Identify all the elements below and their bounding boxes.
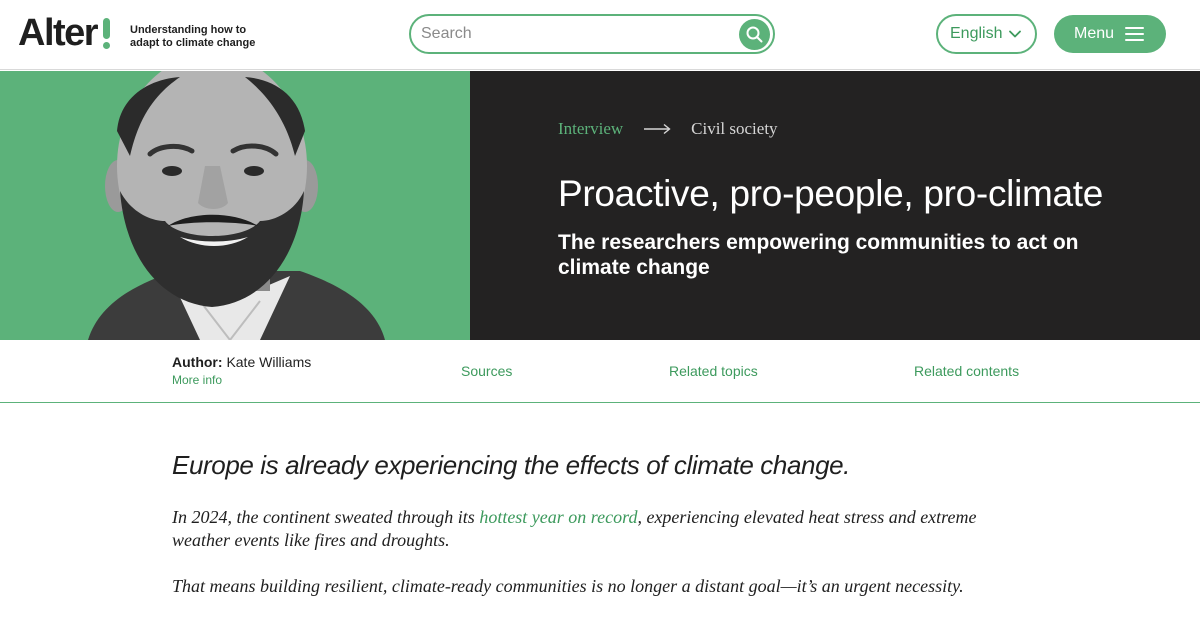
portrait-illustration xyxy=(0,71,470,340)
chevron-down-icon xyxy=(1009,30,1021,38)
search-icon xyxy=(746,26,763,43)
arrow-right-icon xyxy=(644,123,671,135)
page-subtitle: The researchers empowering communities t… xyxy=(558,231,1079,279)
article-paragraph-1: In 2024, the continent sweated through i… xyxy=(172,506,1032,552)
search-input[interactable] xyxy=(421,22,721,46)
more-info-link[interactable]: More info xyxy=(172,373,222,387)
article-info-bar: Author: Kate Williams More info Sources … xyxy=(0,340,1200,403)
site-logo[interactable]: Alter xyxy=(18,12,111,54)
author-name: Kate Williams xyxy=(226,354,312,370)
site-header: Alter Understanding how to adapt to clim… xyxy=(0,0,1200,70)
language-selector[interactable]: English xyxy=(936,14,1037,54)
hero-panel: Interview Civil society Proactive, pro-p… xyxy=(470,71,1200,340)
language-label: English xyxy=(950,25,1003,42)
breadcrumb: Interview Civil society xyxy=(558,119,778,139)
search-button[interactable] xyxy=(739,19,770,50)
article-lead: Europe is already experiencing the effec… xyxy=(172,450,851,480)
paragraph-text: In 2024, the continent sweated through i… xyxy=(172,507,480,527)
article-paragraph-2: That means building resilient, climate-r… xyxy=(172,576,964,596)
menu-label: Menu xyxy=(1074,25,1115,42)
menu-button[interactable]: Menu xyxy=(1054,15,1166,53)
logo-wordmark: Alter xyxy=(18,12,99,54)
breadcrumb-civil-society[interactable]: Civil society xyxy=(691,119,777,139)
author-label: Author: xyxy=(172,354,223,370)
site-tagline: Understanding how to adapt to climate ch… xyxy=(130,24,256,49)
sources-link[interactable]: Sources xyxy=(461,363,512,379)
author-portrait xyxy=(0,71,470,340)
related-contents-link[interactable]: Related contents xyxy=(914,363,1019,379)
search-bar xyxy=(409,14,775,54)
page-title: Proactive, pro-people, pro-climate xyxy=(558,173,1104,214)
hamburger-icon xyxy=(1125,27,1144,41)
related-topics-link[interactable]: Related topics xyxy=(669,363,758,379)
hottest-year-link[interactable]: hottest year on record xyxy=(479,507,637,527)
breadcrumb-interview[interactable]: Interview xyxy=(558,119,623,139)
author-line: Author: Kate Williams xyxy=(172,354,311,370)
logo-exclamation-icon xyxy=(103,18,111,49)
